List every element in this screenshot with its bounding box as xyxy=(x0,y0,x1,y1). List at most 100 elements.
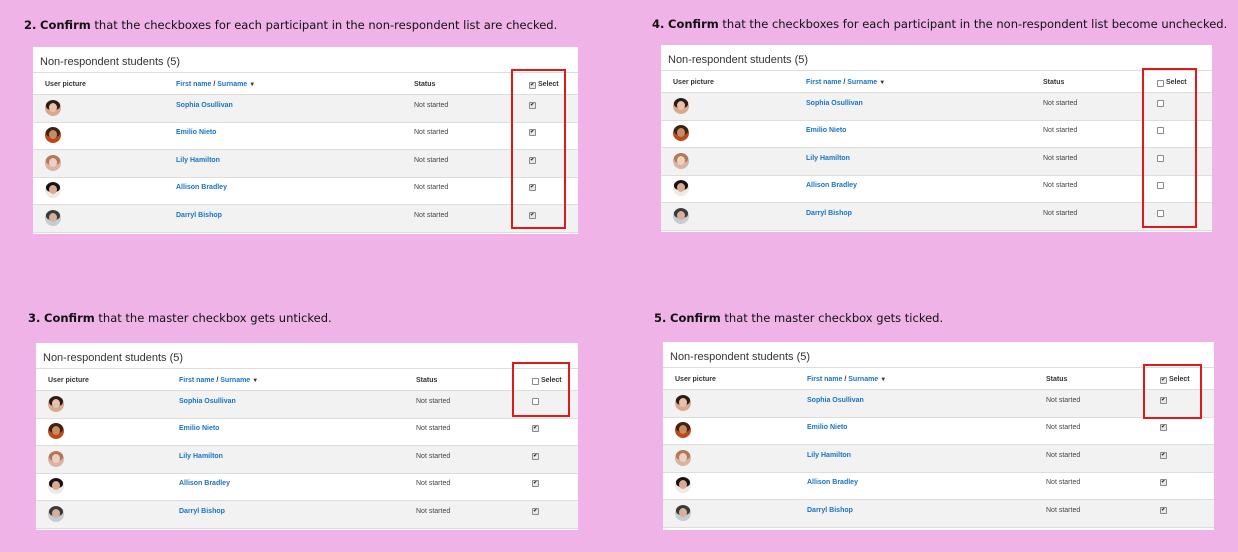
table-row: Emilio Nieto Not started ✔ xyxy=(33,122,578,149)
avatar xyxy=(45,100,61,116)
student-name-link[interactable]: Sophia Osullivan xyxy=(176,102,233,109)
student-status: Not started xyxy=(1046,397,1081,404)
sort-surname-link[interactable]: Surname xyxy=(848,376,878,383)
step-number: 3. xyxy=(28,311,41,325)
sort-firstname-link[interactable]: First name xyxy=(807,376,842,383)
avatar xyxy=(675,422,691,439)
step-confirm: Confirm xyxy=(44,311,95,325)
student-select-checkbox[interactable]: ✔ xyxy=(1160,424,1167,432)
table-row: Allison Bradley Not started xyxy=(661,175,1212,202)
student-status: Not started xyxy=(1043,100,1078,107)
column-header-name: First name / Surname ▼ xyxy=(806,79,885,86)
avatar xyxy=(673,98,689,114)
header-divider xyxy=(663,367,1214,368)
step-text: that the master checkbox gets unticked. xyxy=(94,311,332,325)
student-name-link[interactable]: Allison Bradley xyxy=(176,184,227,191)
sort-firstname-link[interactable]: First name xyxy=(806,79,841,86)
non-respondents-panel: Non-respondent students (5) User picture F… xyxy=(36,343,578,530)
student-name-link[interactable]: Allison Bradley xyxy=(807,479,858,486)
student-name-link[interactable]: Allison Bradley xyxy=(806,182,857,189)
student-status: Not started xyxy=(416,507,451,515)
avatar-face xyxy=(52,426,60,436)
avatar-face xyxy=(679,398,687,407)
highlight-box xyxy=(1143,364,1202,419)
step-confirm: Confirm xyxy=(668,17,719,31)
non-respondents-panel: Non-respondent students (5) User picture F… xyxy=(661,45,1212,232)
student-name-link[interactable]: Lily Hamilton xyxy=(806,155,850,162)
student-name-link[interactable]: Lily Hamilton xyxy=(807,452,851,459)
avatar xyxy=(673,180,689,197)
student-select-checkbox[interactable]: ✔ xyxy=(532,480,539,488)
row-divider xyxy=(33,231,578,233)
panel-title: Non-respondent students (5) xyxy=(670,351,811,363)
sort-surname-link[interactable]: Surname xyxy=(847,79,877,86)
avatar-face xyxy=(679,425,687,435)
avatar xyxy=(48,423,64,440)
column-header-name: First name / Surname ▼ xyxy=(179,377,258,384)
sort-surname-link[interactable]: Surname xyxy=(217,81,247,88)
student-select-checkbox[interactable]: ✔ xyxy=(532,452,539,460)
avatar-face xyxy=(52,453,60,463)
row-divider xyxy=(661,229,1212,231)
step-title-3: 3. Confirm that the master checkbox gets… xyxy=(28,311,332,325)
table-row: Lily Hamilton Not started ✔ xyxy=(33,149,578,177)
step-title-5: 5. Confirm that the master checkbox gets… xyxy=(654,311,943,325)
table-row: Sophia Osullivan Not started ✔ xyxy=(33,95,578,122)
sort-firstname-link[interactable]: First name xyxy=(179,377,214,384)
student-name-link[interactable]: Lily Hamilton xyxy=(179,453,223,460)
non-respondents-panel: Non-respondent students (5) User picture F… xyxy=(663,342,1214,530)
avatar-face xyxy=(52,481,60,491)
column-header-name: First name / Surname ▼ xyxy=(807,376,886,383)
step-number: 5. xyxy=(654,311,667,325)
panel-title: Non-respondent students (5) xyxy=(40,56,181,68)
student-name-link[interactable]: Darryl Bishop xyxy=(176,212,222,219)
student-name-link[interactable]: Sophia Osullivan xyxy=(179,398,236,405)
student-status: Not started xyxy=(414,211,449,219)
student-status: Not started xyxy=(1043,209,1078,217)
row-divider xyxy=(36,527,578,529)
student-name-link[interactable]: Lily Hamilton xyxy=(176,157,220,164)
student-status: Not started xyxy=(416,452,451,460)
sort-surname-link[interactable]: Surname xyxy=(220,377,250,384)
table-row: Darryl Bishop Not started ✔ xyxy=(663,499,1214,527)
student-select-checkbox[interactable]: ✔ xyxy=(1160,451,1167,459)
step-text: that the checkboxes for each participant… xyxy=(718,17,1228,31)
student-name-link[interactable]: Emilio Nieto xyxy=(176,129,216,136)
avatar xyxy=(45,154,61,171)
student-name-link[interactable]: Sophia Osullivan xyxy=(806,100,863,107)
avatar xyxy=(48,505,64,522)
avatar-face xyxy=(677,155,685,165)
student-name-link[interactable]: Allison Bradley xyxy=(179,480,230,487)
column-header-user-picture: User picture xyxy=(673,79,714,86)
student-status: Not started xyxy=(414,184,449,192)
student-status: Not started xyxy=(1043,182,1078,190)
student-name-link[interactable]: Emilio Nieto xyxy=(179,425,219,432)
student-name-link[interactable]: Sophia Osullivan xyxy=(807,397,864,404)
student-select-checkbox[interactable]: ✔ xyxy=(1160,479,1167,487)
avatar-face xyxy=(49,103,57,112)
student-name-link[interactable]: Emilio Nieto xyxy=(807,424,847,431)
sort-desc-icon: ▼ xyxy=(252,378,259,384)
student-select-checkbox[interactable]: ✔ xyxy=(1160,506,1167,514)
student-name-link[interactable]: Darryl Bishop xyxy=(806,210,852,217)
student-name-link[interactable]: Darryl Bishop xyxy=(179,508,225,515)
avatar-face xyxy=(52,508,60,518)
row-divider xyxy=(663,526,1214,528)
avatar-face xyxy=(679,452,687,462)
student-name-link[interactable]: Emilio Nieto xyxy=(806,127,846,134)
student-status: Not started xyxy=(1046,451,1081,459)
avatar-face xyxy=(679,507,687,517)
student-status: Not started xyxy=(1046,479,1081,487)
student-status: Not started xyxy=(1046,424,1081,432)
column-header-status: Status xyxy=(416,377,438,384)
student-select-checkbox[interactable]: ✔ xyxy=(532,425,539,433)
panel-title: Non-respondent students (5) xyxy=(43,352,184,364)
step-title-4: 4. Confirm that the checkboxes for each … xyxy=(652,17,1227,31)
student-select-checkbox[interactable]: ✔ xyxy=(532,507,539,515)
table-row: Lily Hamilton Not started ✔ xyxy=(36,445,578,473)
student-status: Not started xyxy=(416,425,451,433)
student-status: Not started xyxy=(414,102,449,109)
table-row: Sophia Osullivan Not started ✔ xyxy=(663,390,1214,417)
sort-firstname-link[interactable]: First name xyxy=(176,81,211,88)
student-name-link[interactable]: Darryl Bishop xyxy=(807,507,853,514)
